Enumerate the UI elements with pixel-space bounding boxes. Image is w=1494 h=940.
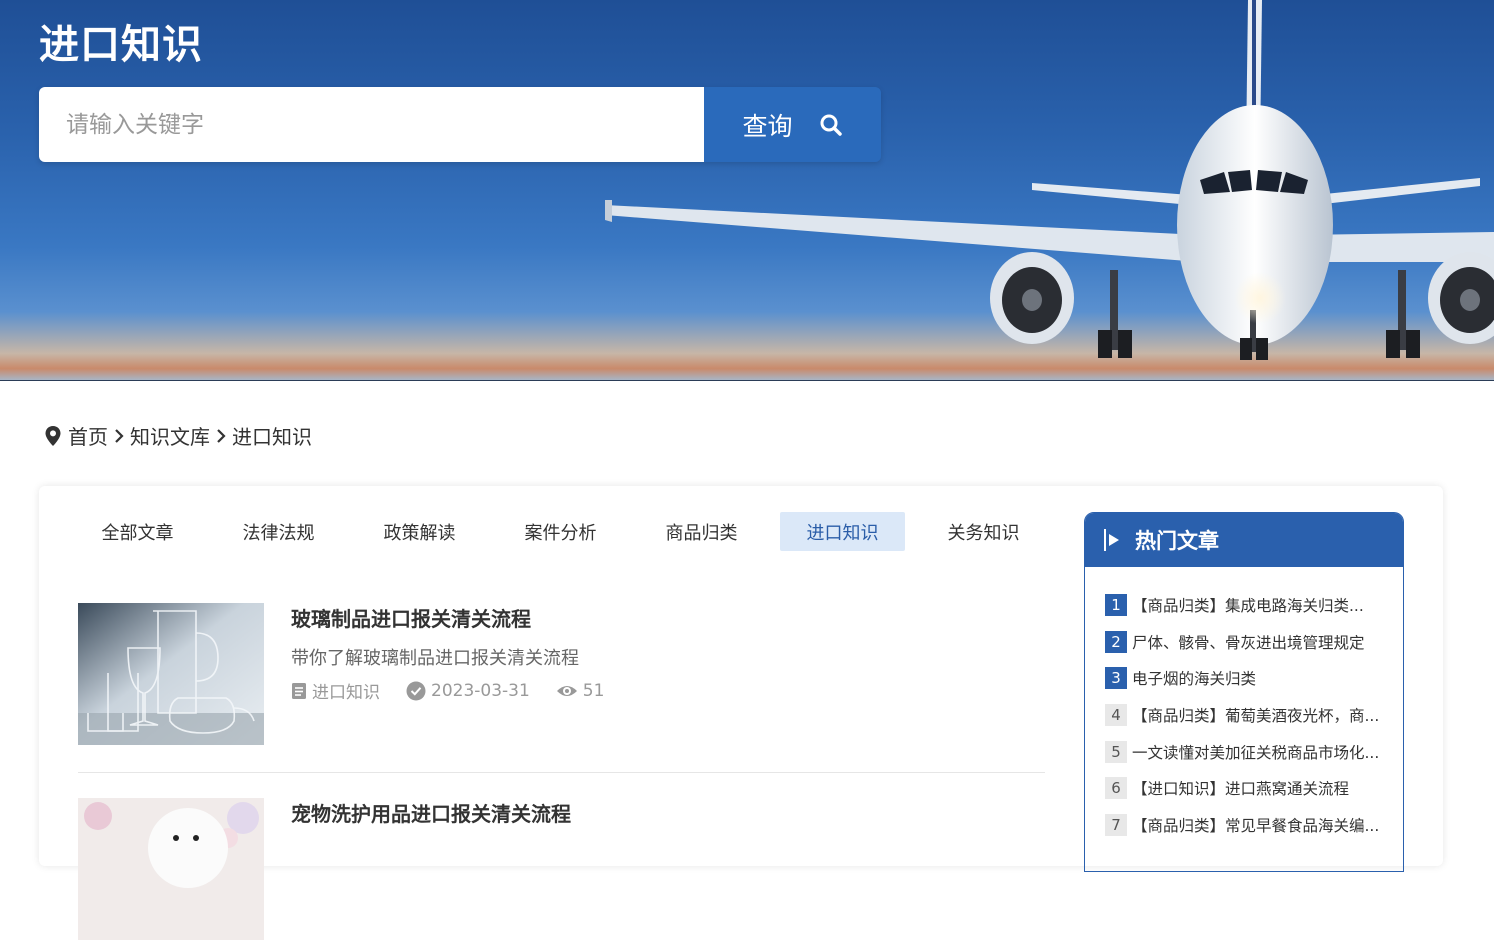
hot-article-title[interactable]: 一文读懂对美加征关税商品市场化... [1132,741,1384,763]
chevron-right-icon [217,428,226,443]
rank-badge: 5 [1105,740,1127,763]
rank-badge: 6 [1105,777,1127,800]
article-description: 带你了解玻璃制品进口报关清关流程 [291,648,579,669]
article-thumbnail[interactable] [78,798,264,940]
search-bar: 查询 [39,87,881,162]
search-button[interactable]: 查询 [704,87,881,162]
search-input[interactable] [39,87,704,162]
search-button-label: 查询 [742,111,793,141]
pet-image [78,798,264,940]
tab-classification[interactable]: 商品归类 [639,512,764,551]
article-title[interactable]: 宠物洗护用品进口报关清关流程 [291,798,571,827]
rank-badge: 7 [1105,813,1127,836]
content-card: 全部文章 法律法规 政策解读 案件分析 商品归类 进口知识 关务知识 玻璃制品进… [39,486,1443,940]
rank-badge: 4 [1105,704,1127,727]
hot-article-title[interactable]: 【商品归类】集成电路海关归类... [1132,594,1384,616]
play-marker-icon [1104,529,1119,551]
hot-article-item[interactable]: 5 一文读懂对美加征关税商品市场化... [1105,733,1403,770]
hot-articles-list: 1 【商品归类】集成电路海关归类... 2 尸体、骸骨、骨灰进出境管理规定 3 … [1085,567,1403,843]
hot-article-title[interactable]: 电子烟的海关归类 [1132,667,1384,689]
breadcrumb-current: 进口知识 [232,425,312,449]
rank-badge: 2 [1105,630,1127,653]
hot-article-item[interactable]: 3 电子烟的海关归类 [1105,660,1403,697]
breadcrumb-home[interactable]: 首页 [68,421,108,450]
chevron-right-icon [115,428,124,443]
article-category-label: 进口知识 [312,683,380,703]
hot-article-item[interactable]: 4 【商品归类】葡萄美酒夜光杯，商... [1105,697,1403,734]
tab-import-knowledge[interactable]: 进口知识 [780,512,905,551]
hot-article-item[interactable]: 7 【商品归类】常见早餐食品海关编... [1105,807,1403,844]
hot-article-title[interactable]: 【进口知识】进口燕窝通关流程 [1132,777,1384,799]
rank-badge: 1 [1105,594,1127,617]
location-pin-icon [45,425,61,446]
article-item[interactable]: 玻璃制品进口报关清关流程 带你了解玻璃制品进口报关清关流程 进口知识 2023-… [78,603,1045,773]
check-circle-icon [406,681,426,700]
hot-article-title[interactable]: 【商品归类】葡萄美酒夜光杯，商... [1132,704,1384,726]
tab-policy[interactable]: 政策解读 [357,512,482,551]
article-views-count: 51 [582,680,605,701]
hot-articles-panel: 热门文章 1 【商品归类】集成电路海关归类... 2 尸体、骸骨、骨灰进出境管理… [1084,512,1404,872]
article-meta: 进口知识 2023-03-31 51 [291,678,604,703]
search-icon [820,114,842,136]
breadcrumb: 首页 知识文库 进口知识 [44,421,312,450]
article-thumbnail[interactable] [78,603,264,745]
hot-articles-title: 热门文章 [1135,529,1219,553]
eye-icon [556,685,577,696]
airplane-image [605,0,1494,360]
article-item[interactable]: 宠物洗护用品进口报关清关流程 [78,798,1045,940]
article-category: 进口知识 [291,678,380,703]
category-tabs: 全部文章 法律法规 政策解读 案件分析 商品归类 进口知识 关务知识 [75,512,1046,551]
tab-laws[interactable]: 法律法规 [216,512,341,551]
tab-cases[interactable]: 案件分析 [498,512,623,551]
tab-all-articles[interactable]: 全部文章 [75,512,200,551]
hot-article-title[interactable]: 【商品归类】常见早餐食品海关编... [1132,814,1384,836]
tab-customs-knowledge[interactable]: 关务知识 [921,512,1046,551]
document-icon [292,682,306,699]
article-views: 51 [556,680,605,701]
hot-article-title[interactable]: 尸体、骸骨、骨灰进出境管理规定 [1132,631,1384,653]
article-date-label: 2023-03-31 [431,680,530,701]
hot-article-item[interactable]: 1 【商品归类】集成电路海关归类... [1105,587,1403,624]
article-title[interactable]: 玻璃制品进口报关清关流程 [291,603,531,632]
hot-articles-header: 热门文章 [1085,513,1403,567]
page-title: 进口知识 [39,22,203,68]
hero-banner: 进口知识 查询 [0,0,1494,381]
article-date: 2023-03-31 [406,681,530,701]
rank-badge: 3 [1105,667,1127,690]
hot-article-item[interactable]: 2 尸体、骸骨、骨灰进出境管理规定 [1105,624,1403,661]
breadcrumb-library[interactable]: 知识文库 [130,421,210,450]
glassware-image [78,603,264,745]
hot-article-item[interactable]: 6 【进口知识】进口燕窝通关流程 [1105,770,1403,807]
